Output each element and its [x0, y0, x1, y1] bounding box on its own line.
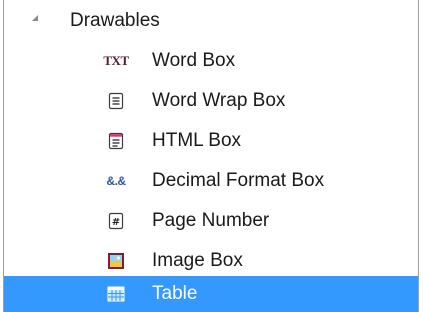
tree-item-label: HTML Box	[152, 130, 242, 151]
tree-item-decimal-format-box[interactable]: &.& Decimal Format Box	[4, 163, 418, 199]
group-label: Drawables	[70, 10, 160, 31]
html-document-icon	[107, 132, 125, 150]
svg-text:#: #	[112, 217, 120, 228]
tree-item-page-number[interactable]: # Page Number	[4, 203, 418, 239]
text-document-icon	[107, 92, 125, 110]
tree-item-label: Image Box	[152, 250, 243, 271]
table-grid-icon	[107, 285, 125, 303]
tree-item-table[interactable]: Table	[4, 276, 418, 312]
tree-item-label: Table	[152, 283, 198, 304]
tree-item-label: Decimal Format Box	[152, 170, 325, 191]
tree-item-label: Word Wrap Box	[152, 90, 286, 111]
page-number-icon: #	[107, 212, 125, 230]
txt-icon: TXT	[103, 53, 129, 68]
tree-item-label: Word Box	[152, 50, 236, 71]
tree-item-word-wrap-box[interactable]: Word Wrap Box	[4, 83, 418, 119]
tree-item-image-box[interactable]: Image Box	[4, 243, 418, 279]
tree-item-html-box[interactable]: HTML Box	[4, 123, 418, 159]
tree-group-drawables[interactable]: Drawables	[4, 3, 418, 39]
drawables-tree-panel: Drawables TXT Word Box Word Wrap Box HTM…	[3, 0, 419, 312]
triangle-expanded-icon[interactable]	[32, 15, 38, 21]
decimal-format-icon: &.&	[106, 174, 126, 188]
image-icon	[107, 252, 125, 270]
tree-item-label: Page Number	[152, 210, 270, 231]
tree-item-word-box[interactable]: TXT Word Box	[4, 43, 418, 79]
